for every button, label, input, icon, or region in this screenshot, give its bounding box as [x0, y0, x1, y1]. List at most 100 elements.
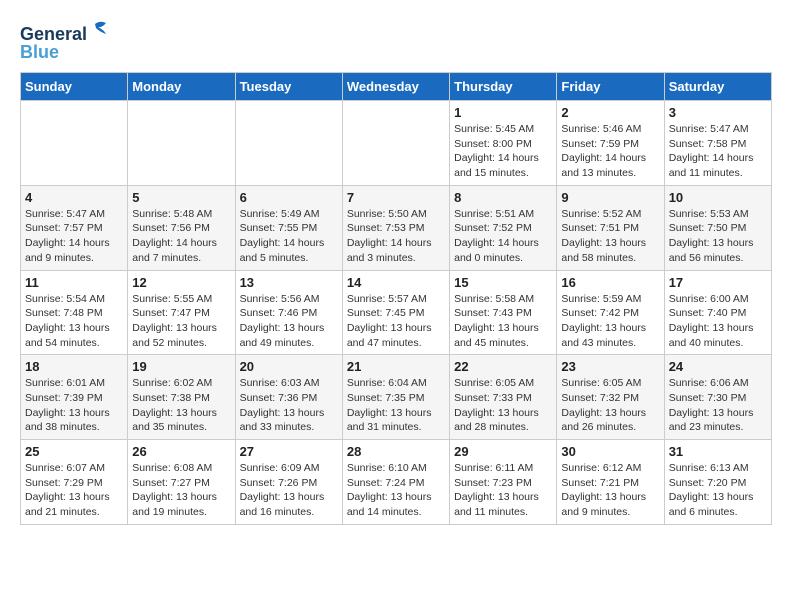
day-number: 29	[454, 444, 552, 459]
day-number: 2	[561, 105, 659, 120]
calendar-week-1: 1 Sunrise: 5:45 AM Sunset: 8:00 PM Daylig…	[21, 101, 772, 186]
day-info: Sunrise: 6:03 AM Sunset: 7:36 PM Dayligh…	[240, 376, 338, 435]
day-info: Sunrise: 5:54 AM Sunset: 7:48 PM Dayligh…	[25, 292, 123, 351]
day-info: Sunrise: 5:47 AM Sunset: 7:58 PM Dayligh…	[669, 122, 767, 181]
day-number: 14	[347, 275, 445, 290]
day-number: 10	[669, 190, 767, 205]
calendar-cell: 6 Sunrise: 5:49 AM Sunset: 7:55 PM Daylig…	[235, 185, 342, 270]
calendar-cell: 4 Sunrise: 5:47 AM Sunset: 7:57 PM Daylig…	[21, 185, 128, 270]
weekday-header-monday: Monday	[128, 73, 235, 101]
weekday-header-friday: Friday	[557, 73, 664, 101]
calendar-cell	[128, 101, 235, 186]
day-info: Sunrise: 6:09 AM Sunset: 7:26 PM Dayligh…	[240, 461, 338, 520]
day-info: Sunrise: 5:55 AM Sunset: 7:47 PM Dayligh…	[132, 292, 230, 351]
calendar-cell: 20 Sunrise: 6:03 AM Sunset: 7:36 PM Dayli…	[235, 355, 342, 440]
calendar-cell: 15Sunrise: 5:58 AM Sunset: 7:43 PM Dayli…	[450, 270, 557, 355]
calendar-cell: 8Sunrise: 5:51 AM Sunset: 7:52 PM Daylig…	[450, 185, 557, 270]
calendar-cell: 19Sunrise: 6:02 AM Sunset: 7:38 PM Dayli…	[128, 355, 235, 440]
calendar-cell: 23 Sunrise: 6:05 AM Sunset: 7:32 PM Dayli…	[557, 355, 664, 440]
day-number: 9	[561, 190, 659, 205]
day-info: Sunrise: 6:01 AM Sunset: 7:39 PM Dayligh…	[25, 376, 123, 435]
day-info: Sunrise: 6:05 AM Sunset: 7:32 PM Dayligh…	[561, 376, 659, 435]
day-number: 31	[669, 444, 767, 459]
day-number: 27	[240, 444, 338, 459]
day-info: Sunrise: 5:47 AM Sunset: 7:57 PM Dayligh…	[25, 207, 123, 266]
day-number: 19	[132, 359, 230, 374]
calendar-cell: 12 Sunrise: 5:55 AM Sunset: 7:47 PM Dayli…	[128, 270, 235, 355]
calendar-cell	[342, 101, 449, 186]
day-info: Sunrise: 6:12 AM Sunset: 7:21 PM Dayligh…	[561, 461, 659, 520]
weekday-header-sunday: Sunday	[21, 73, 128, 101]
day-number: 11	[25, 275, 123, 290]
day-number: 6	[240, 190, 338, 205]
day-info: Sunrise: 6:04 AM Sunset: 7:35 PM Dayligh…	[347, 376, 445, 435]
day-number: 18	[25, 359, 123, 374]
calendar-cell: 5 Sunrise: 5:48 AM Sunset: 7:56 PM Daylig…	[128, 185, 235, 270]
calendar-cell: 17 Sunrise: 6:00 AM Sunset: 7:40 PM Dayli…	[664, 270, 771, 355]
day-info: Sunrise: 6:08 AM Sunset: 7:27 PM Dayligh…	[132, 461, 230, 520]
day-info: Sunrise: 5:50 AM Sunset: 7:53 PM Dayligh…	[347, 207, 445, 266]
day-number: 13	[240, 275, 338, 290]
calendar-week-5: 25Sunrise: 6:07 AM Sunset: 7:29 PM Dayli…	[21, 440, 772, 525]
calendar-cell	[21, 101, 128, 186]
day-number: 22	[454, 359, 552, 374]
calendar-table: SundayMondayTuesdayWednesdayThursdayFrid…	[20, 72, 772, 525]
day-info: Sunrise: 6:13 AM Sunset: 7:20 PM Dayligh…	[669, 461, 767, 520]
day-info: Sunrise: 5:53 AM Sunset: 7:50 PM Dayligh…	[669, 207, 767, 266]
day-info: Sunrise: 5:49 AM Sunset: 7:55 PM Dayligh…	[240, 207, 338, 266]
calendar-cell: 24Sunrise: 6:06 AM Sunset: 7:30 PM Dayli…	[664, 355, 771, 440]
day-number: 4	[25, 190, 123, 205]
day-number: 16	[561, 275, 659, 290]
calendar-cell: 18 Sunrise: 6:01 AM Sunset: 7:39 PM Dayli…	[21, 355, 128, 440]
day-number: 12	[132, 275, 230, 290]
logo-svg: General Blue	[20, 20, 110, 62]
calendar-cell: 13 Sunrise: 5:56 AM Sunset: 7:46 PM Dayli…	[235, 270, 342, 355]
calendar-cell: 11 Sunrise: 5:54 AM Sunset: 7:48 PM Dayli…	[21, 270, 128, 355]
day-number: 5	[132, 190, 230, 205]
day-info: Sunrise: 5:56 AM Sunset: 7:46 PM Dayligh…	[240, 292, 338, 351]
day-number: 23	[561, 359, 659, 374]
calendar-cell: 14 Sunrise: 5:57 AM Sunset: 7:45 PM Dayli…	[342, 270, 449, 355]
calendar-cell: 3 Sunrise: 5:47 AM Sunset: 7:58 PM Daylig…	[664, 101, 771, 186]
day-info: Sunrise: 6:11 AM Sunset: 7:23 PM Dayligh…	[454, 461, 552, 520]
calendar-cell: 30 Sunrise: 6:12 AM Sunset: 7:21 PM Dayli…	[557, 440, 664, 525]
calendar-cell: 26 Sunrise: 6:08 AM Sunset: 7:27 PM Dayli…	[128, 440, 235, 525]
day-info: Sunrise: 6:00 AM Sunset: 7:40 PM Dayligh…	[669, 292, 767, 351]
calendar-cell: 22Sunrise: 6:05 AM Sunset: 7:33 PM Dayli…	[450, 355, 557, 440]
logo: General Blue	[20, 20, 110, 62]
day-number: 20	[240, 359, 338, 374]
calendar-cell: 21 Sunrise: 6:04 AM Sunset: 7:35 PM Dayli…	[342, 355, 449, 440]
day-info: Sunrise: 5:45 AM Sunset: 8:00 PM Dayligh…	[454, 122, 552, 181]
calendar-cell: 29 Sunrise: 6:11 AM Sunset: 7:23 PM Dayli…	[450, 440, 557, 525]
day-number: 26	[132, 444, 230, 459]
day-info: Sunrise: 5:52 AM Sunset: 7:51 PM Dayligh…	[561, 207, 659, 266]
day-info: Sunrise: 5:46 AM Sunset: 7:59 PM Dayligh…	[561, 122, 659, 181]
calendar-cell: 28Sunrise: 6:10 AM Sunset: 7:24 PM Dayli…	[342, 440, 449, 525]
weekday-header-saturday: Saturday	[664, 73, 771, 101]
day-info: Sunrise: 5:51 AM Sunset: 7:52 PM Dayligh…	[454, 207, 552, 266]
day-number: 25	[25, 444, 123, 459]
svg-text:General: General	[20, 24, 87, 44]
day-info: Sunrise: 5:58 AM Sunset: 7:43 PM Dayligh…	[454, 292, 552, 351]
calendar-week-3: 11 Sunrise: 5:54 AM Sunset: 7:48 PM Dayli…	[21, 270, 772, 355]
weekday-header-row: SundayMondayTuesdayWednesdayThursdayFrid…	[21, 73, 772, 101]
day-number: 3	[669, 105, 767, 120]
day-number: 17	[669, 275, 767, 290]
day-number: 1	[454, 105, 552, 120]
calendar-cell: 16Sunrise: 5:59 AM Sunset: 7:42 PM Dayli…	[557, 270, 664, 355]
calendar-week-2: 4 Sunrise: 5:47 AM Sunset: 7:57 PM Daylig…	[21, 185, 772, 270]
svg-text:Blue: Blue	[20, 42, 59, 62]
calendar-cell	[235, 101, 342, 186]
day-info: Sunrise: 5:57 AM Sunset: 7:45 PM Dayligh…	[347, 292, 445, 351]
day-info: Sunrise: 5:48 AM Sunset: 7:56 PM Dayligh…	[132, 207, 230, 266]
weekday-header-thursday: Thursday	[450, 73, 557, 101]
calendar-week-4: 18 Sunrise: 6:01 AM Sunset: 7:39 PM Dayli…	[21, 355, 772, 440]
day-number: 30	[561, 444, 659, 459]
calendar-cell: 9 Sunrise: 5:52 AM Sunset: 7:51 PM Daylig…	[557, 185, 664, 270]
calendar-cell: 31 Sunrise: 6:13 AM Sunset: 7:20 PM Dayli…	[664, 440, 771, 525]
day-info: Sunrise: 6:06 AM Sunset: 7:30 PM Dayligh…	[669, 376, 767, 435]
day-number: 7	[347, 190, 445, 205]
calendar-cell: 25Sunrise: 6:07 AM Sunset: 7:29 PM Dayli…	[21, 440, 128, 525]
day-number: 28	[347, 444, 445, 459]
day-number: 21	[347, 359, 445, 374]
